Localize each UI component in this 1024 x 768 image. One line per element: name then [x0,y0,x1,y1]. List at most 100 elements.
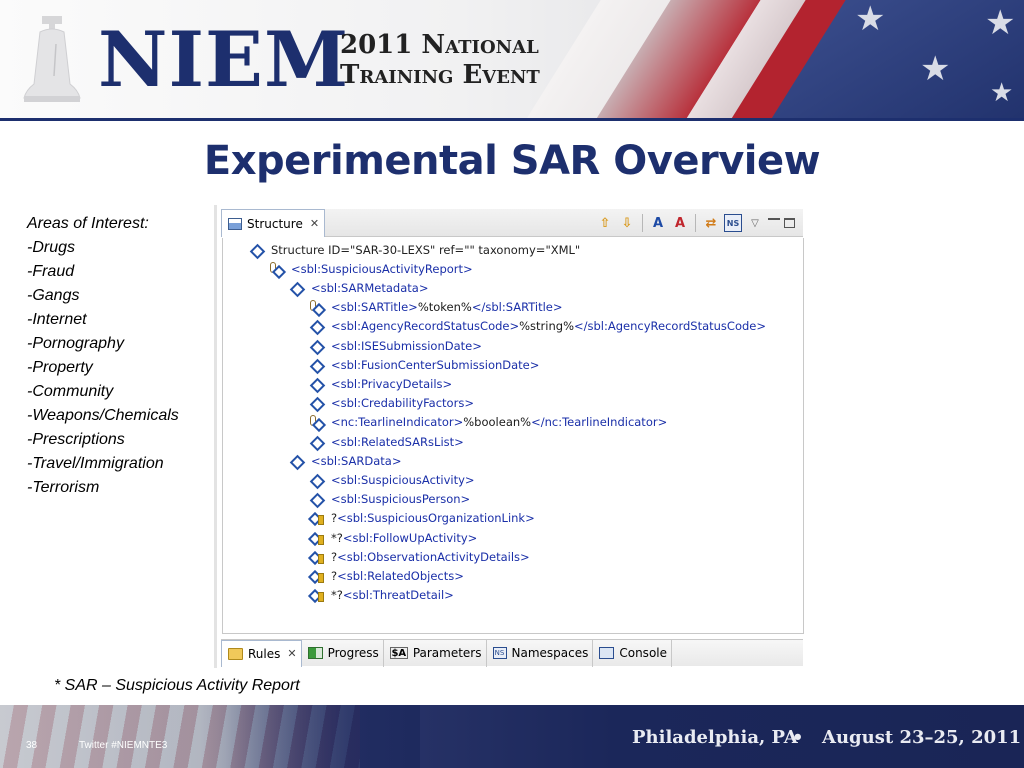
element-icon [289,281,303,295]
close-icon[interactable]: ✕ [287,647,296,660]
areas-heading: Areas of Interest: [27,215,149,232]
list-item: -Terrorism [27,479,100,496]
tab-namespaces[interactable]: NS Namespaces [487,639,594,667]
tree-node[interactable]: *? <sbl:ThreatDetail> [309,586,454,605]
star-icon: ★ [990,78,1014,108]
tab-parameters[interactable]: $A Parameters [384,639,487,667]
tree-node[interactable]: <sbl:SuspiciousActivity> [309,470,475,489]
tree-node[interactable]: <nc:TearlineIndicator> %boolean% </nc:Tea… [309,413,667,432]
tree-node[interactable]: Structure ID="SAR-30-LEXS" ref="" taxono… [249,240,580,259]
tree-node-text: <sbl:RelatedSARsList> [331,434,464,449]
event-dates: August 23–25, 2011 [822,727,1022,748]
niem-logo: NIEM [98,15,350,104]
collapse-all-icon[interactable]: A [671,214,689,232]
tab-progress-label: Progress [327,646,379,660]
optional-element-icon [309,531,324,545]
tab-rules-label: Rules [248,646,281,661]
star-icon: ★ [920,49,951,89]
tree-node[interactable]: <sbl:SuspiciousPerson> [309,490,470,509]
event-line-1: 2011 National [340,30,539,60]
tab-structure-label: Structure [247,216,303,231]
twitter-hashtag: Twitter #NIEMNTE3 [79,740,168,751]
element-icon [309,435,323,449]
tree-node-text: </sbl:SARTitle> [471,300,563,315]
tree-node[interactable]: <sbl:SuspiciousActivityReport> [269,259,473,278]
tree-node[interactable]: <sbl:FusionCenterSubmissionDate> [309,355,539,374]
separator-bullet: • [792,727,804,748]
tree-node[interactable]: <sbl:RelatedSARsList> [309,432,464,451]
namespace-icon[interactable]: NS [724,214,742,232]
maximize-icon[interactable] [784,218,795,228]
tree-node[interactable]: <sbl:PrivacyDetails> [309,374,452,393]
tree-node-text: *? [331,588,343,603]
footnote: * SAR – Suspicious Activity Report [54,677,300,694]
tree-node[interactable]: <sbl:SARTitle> %token% </sbl:SARTitle> [309,298,563,317]
tree-node[interactable]: <sbl:AgencyRecordStatusCode> %string% </s… [309,317,766,336]
tree-node-text: <sbl:SuspiciousPerson> [331,492,471,507]
tree-node[interactable]: ? <sbl:SuspiciousOrganizationLink> [309,509,535,528]
tab-namespaces-label: Namespaces [511,646,589,660]
list-item: -Travel/Immigration [27,455,164,472]
toolbar-separator [695,214,696,232]
tree-node[interactable]: ? <sbl:ObservationActivityDetails> [309,547,530,566]
element-icon [309,358,323,372]
tree-node[interactable]: <sbl:SARMetadata> [289,278,428,297]
tab-progress[interactable]: Progress [302,639,384,667]
element-icon [309,473,323,487]
tree-node-text: *? [331,530,343,545]
tree-node-text: <sbl:ISESubmissionDate> [331,338,482,353]
tab-structure[interactable]: Structure ✕ [221,209,325,237]
tree-node[interactable]: *? <sbl:FollowUpActivity> [309,528,477,547]
minimize-icon[interactable] [768,217,780,221]
optional-element-icon [309,569,324,583]
expand-all-icon[interactable]: A [649,214,667,232]
element-icon [309,319,323,333]
list-item: -Internet [27,311,87,328]
element-icon [309,339,323,353]
move-up-icon[interactable]: ⇧ [596,214,614,232]
tab-parameters-label: Parameters [412,646,482,660]
tree-node[interactable]: <sbl:SARData> [289,451,401,470]
element-icon [289,454,303,468]
view-menu-icon[interactable]: ▽ [746,214,764,232]
tab-rules[interactable]: Rules ✕ [221,639,302,667]
liberty-bell-icon [23,16,81,102]
tree-node-text: Structure ID="SAR-30-LEXS" ref="" taxono… [271,242,581,257]
structure-tree[interactable]: Structure ID="SAR-30-LEXS" ref="" taxono… [222,238,804,634]
tree-node[interactable]: ? <sbl:RelatedObjects> [309,566,464,585]
view-tab-bar: Structure ✕ ⇧ ⇩ A A ⇄ NS ▽ [221,209,803,237]
list-item: -Weapons/Chemicals [27,407,179,424]
namespaces-icon: NS [492,647,507,659]
tree-node-text: <sbl:AgencyRecordStatusCode> [331,319,520,334]
attached-element-icon [269,261,283,276]
list-item: -Prescriptions [27,431,125,448]
element-icon [309,396,323,410]
tab-console[interactable]: Console [593,639,672,667]
tree-node-text: <sbl:RelatedObjects> [337,568,464,583]
tree-node[interactable]: <sbl:CredabilityFactors> [309,394,474,413]
structure-view-icon [228,217,242,230]
tree-node-text: <sbl:CredabilityFactors> [331,396,474,411]
list-item: -Community [27,383,114,400]
attached-element-icon [309,300,323,314]
banner-divider [0,118,1024,121]
optional-element-icon [309,550,324,564]
tree-node-text: %token% [417,300,472,315]
element-icon [249,243,263,257]
list-item: -Drugs [27,239,76,256]
rules-icon [228,647,243,660]
sync-icon[interactable]: ⇄ [702,214,720,232]
close-icon[interactable]: ✕ [310,217,319,230]
element-icon [309,377,323,391]
tree-node-text: <sbl:ThreatDetail> [342,588,454,603]
list-item: -Gangs [27,287,80,304]
structure-view-panel: Structure ✕ ⇧ ⇩ A A ⇄ NS ▽ Structure ID=… [214,205,804,668]
tree-node-text: <sbl:ObservationActivityDetails> [337,549,530,564]
tree-node-text: <sbl:PrivacyDetails> [331,376,453,391]
move-down-icon[interactable]: ⇩ [618,214,636,232]
list-item: -Property [27,359,93,376]
tree-node-text: <sbl:FollowUpActivity> [342,530,478,545]
star-icon: ★ [985,3,1016,43]
tree-node-text: <sbl:FusionCenterSubmissionDate> [331,357,540,372]
tree-node[interactable]: <sbl:ISESubmissionDate> [309,336,482,355]
